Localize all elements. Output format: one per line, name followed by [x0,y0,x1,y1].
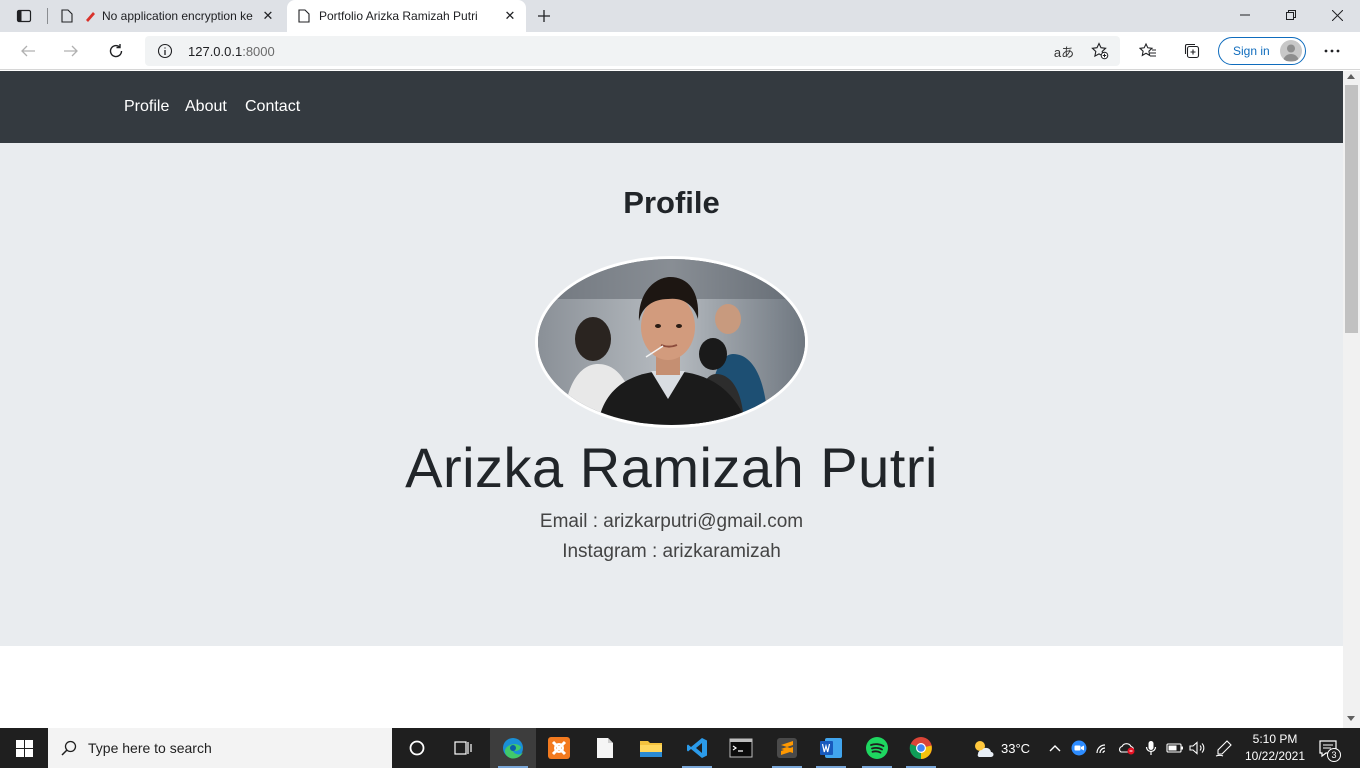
close-window-icon[interactable] [1314,0,1360,30]
tab-portfolio[interactable]: Portfolio Arizka Ramizah Putri ✕ [287,0,526,32]
tab-actions-icon[interactable] [8,4,40,28]
tab-separator [47,8,48,24]
search-placeholder: Type here to search [88,740,212,756]
add-favorite-icon[interactable] [1089,41,1111,61]
url-text[interactable]: 127.0.0.1:8000 [188,44,275,59]
word-icon[interactable] [808,728,854,768]
pen-ink-icon[interactable] [1215,739,1233,757]
nav-link-about[interactable]: About [185,98,227,116]
battery-icon[interactable] [1166,739,1184,757]
sign-in-label: Sign in [1233,44,1270,58]
clock-date: 10/22/2021 [1244,749,1306,763]
profile-avatar-icon [1280,40,1302,62]
weather-temperature[interactable]: 33°C [1001,741,1030,756]
section-title: Profile [623,185,720,220]
address-bar[interactable]: 127.0.0.1:8000 aあ [145,36,1120,66]
weather-icon[interactable] [972,739,994,757]
minimize-icon[interactable] [1222,0,1268,30]
refresh-icon[interactable] [100,36,132,66]
windows-taskbar: Type here to search 33°C 5:10 PM 10/22/2… [0,728,1360,768]
scroll-down-arrow-icon[interactable] [1347,716,1355,721]
new-tab-icon[interactable] [531,4,557,28]
windows-start-icon[interactable] [0,728,48,768]
url-host: 127.0.0.1 [188,44,243,59]
scroll-thumb[interactable] [1345,85,1358,333]
close-tab-icon[interactable]: ✕ [498,4,522,28]
settings-more-icon[interactable] [1318,37,1346,65]
bug-icon [82,8,98,24]
sublime-text-icon[interactable] [764,728,810,768]
tab-no-application-encryption[interactable]: No application encryption ke ✕ [50,0,284,32]
network-icon[interactable] [1094,739,1112,757]
restore-icon[interactable] [1268,0,1314,30]
nav-link-contact[interactable]: Contact [245,98,300,116]
taskbar-clock[interactable]: 5:10 PM 10/22/2021 [1240,731,1310,765]
taskbar-search-box[interactable]: Type here to search [48,728,392,768]
site-info-icon[interactable] [157,43,173,59]
volume-icon[interactable] [1189,739,1207,757]
profile-jumbotron: Profile Arizka Ramizah Putri Email: ari… [0,143,1343,646]
page-scrollbar[interactable] [1343,71,1360,728]
close-tab-icon[interactable]: ✕ [256,4,280,28]
cortana-icon[interactable] [394,728,440,768]
page-icon [296,8,312,24]
back-icon[interactable] [12,36,44,66]
sign-in-button[interactable]: Sign in [1218,37,1306,65]
terminal-icon[interactable] [718,728,764,768]
profile-photo [535,256,808,428]
file-explorer-icon[interactable] [628,728,674,768]
zoom-tray-icon[interactable] [1070,739,1088,757]
site-navbar: Profile About Contact [0,71,1343,143]
show-hidden-icons-icon[interactable] [1046,739,1064,757]
page-viewport: Profile About Contact Profile Arizka Ram… [0,71,1343,728]
instagram-line: Instagram : arizkaramizah [562,541,781,562]
search-icon [60,739,78,757]
forward-icon[interactable] [55,36,87,66]
profile-name: Arizka Ramizah Putri [405,436,938,499]
edge-taskbar-icon[interactable] [490,728,536,768]
browser-toolbar: 127.0.0.1:8000 aあ Sign in [0,32,1360,70]
vscode-icon[interactable] [674,728,720,768]
nav-link-profile[interactable]: Profile [124,98,169,116]
microphone-icon[interactable] [1142,739,1160,757]
tab-title: No application encryption ke [102,9,253,23]
task-view-icon[interactable] [440,728,486,768]
spotify-icon[interactable] [854,728,900,768]
tab-strip: No application encryption ke ✕ Portfolio… [0,0,1360,32]
url-port: :8000 [242,44,275,59]
page-icon [59,8,75,24]
notepad-file-icon[interactable] [582,728,628,768]
notification-count-badge: 3 [1327,748,1341,762]
xampp-icon[interactable] [536,728,582,768]
onedrive-icon[interactable] [1118,739,1136,757]
scroll-up-arrow-icon[interactable] [1347,74,1355,79]
favorites-icon[interactable] [1134,37,1162,65]
clock-time: 5:10 PM [1252,732,1298,746]
read-aloud-icon[interactable]: aあ [1053,41,1075,61]
tab-title: Portfolio Arizka Ramizah Putri [319,9,478,23]
chrome-icon[interactable] [898,728,944,768]
email-line: Email : arizkarputri@gmail.com [539,511,804,532]
collections-icon[interactable] [1178,37,1206,65]
